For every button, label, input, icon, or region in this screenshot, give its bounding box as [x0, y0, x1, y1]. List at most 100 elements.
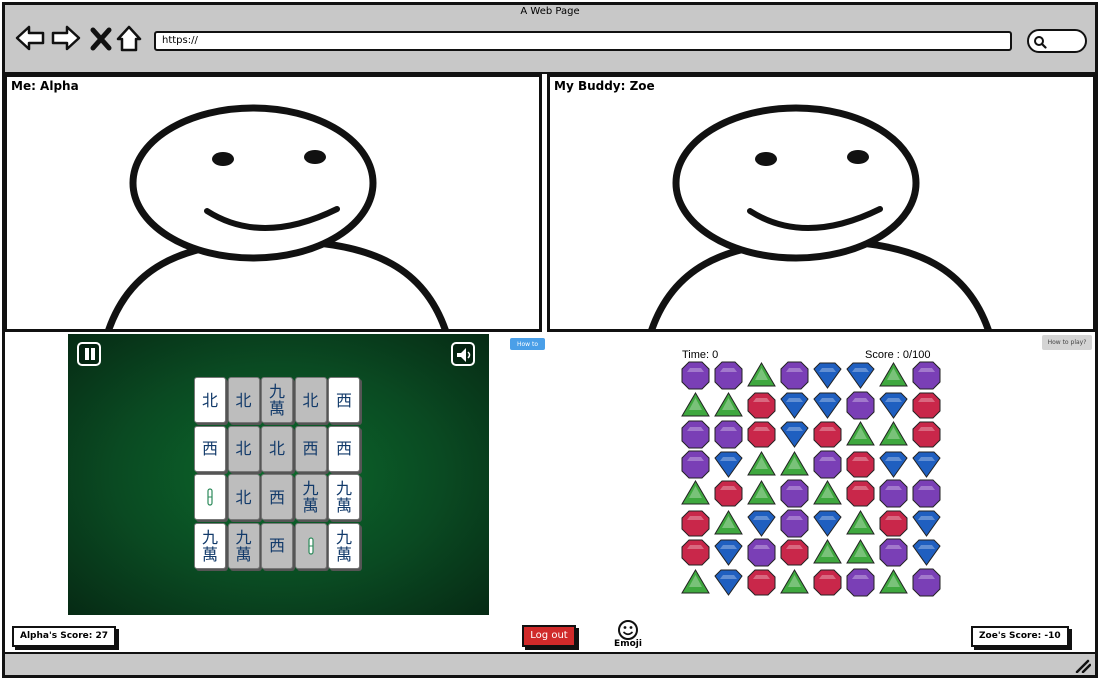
gem-P[interactable] [878, 537, 909, 568]
gem-G[interactable] [812, 478, 843, 509]
gem-B[interactable] [713, 537, 744, 568]
pause-icon[interactable] [77, 342, 101, 366]
gem-P[interactable] [911, 360, 942, 391]
gem-R[interactable] [911, 390, 942, 421]
mahjong-tile[interactable]: 九萬 [294, 474, 327, 520]
gem-B[interactable] [779, 419, 810, 450]
gem-B[interactable] [812, 508, 843, 539]
gem-G[interactable] [746, 360, 777, 391]
gem-B[interactable] [713, 449, 744, 480]
gem-G[interactable] [746, 478, 777, 509]
gem-P[interactable] [911, 478, 942, 509]
gem-R[interactable] [680, 537, 711, 568]
home-icon[interactable] [114, 22, 144, 54]
emoji-button[interactable]: Emoji [610, 619, 646, 651]
mahjong-tile[interactable]: 西 [194, 425, 226, 472]
gem-B[interactable] [746, 508, 777, 539]
gem-P[interactable] [845, 390, 876, 421]
speaker-icon[interactable] [451, 342, 475, 366]
gem-G[interactable] [878, 419, 909, 450]
buddy-score-box: Zoe's Score: -10 [971, 626, 1069, 647]
gem-G[interactable] [779, 567, 810, 598]
gem-R[interactable] [812, 567, 843, 598]
gem-R[interactable] [878, 508, 909, 539]
mahjong-tile[interactable]: 西 [294, 425, 327, 472]
gem-B[interactable] [911, 508, 942, 539]
mahjong-tile[interactable]: 九萬 [261, 377, 293, 423]
gem-P[interactable] [680, 419, 711, 450]
gem-P[interactable] [911, 567, 942, 598]
back-arrow-icon[interactable] [14, 22, 46, 54]
mahjong-game[interactable]: 北北九萬北西西北北西西北西九萬九萬九萬九萬西九萬 [68, 334, 489, 615]
mahjong-tile[interactable]: 九萬 [227, 522, 260, 569]
gem-G[interactable] [680, 390, 711, 421]
gem-P[interactable] [779, 360, 810, 391]
gem-G[interactable] [746, 449, 777, 480]
gem-B[interactable] [779, 390, 810, 421]
gem-P[interactable] [845, 567, 876, 598]
gem-P[interactable] [779, 478, 810, 509]
resize-grip-icon[interactable] [1075, 659, 1091, 673]
gem-B[interactable] [812, 390, 843, 421]
gem-B[interactable] [845, 360, 876, 391]
gem-R[interactable] [779, 537, 810, 568]
gem-R[interactable] [845, 478, 876, 509]
gem-P[interactable] [812, 449, 843, 480]
mahjong-how-to-play-button[interactable]: How to play? [510, 338, 545, 361]
gem-P[interactable] [680, 360, 711, 391]
gem-G[interactable] [680, 567, 711, 598]
gem-P[interactable] [680, 449, 711, 480]
mahjong-tile[interactable]: 北 [227, 377, 260, 423]
gem-P[interactable] [713, 360, 744, 391]
mahjong-tile[interactable]: 西 [261, 522, 293, 569]
logout-button[interactable]: Log out [522, 625, 576, 647]
mahjong-tile[interactable]: 九萬 [328, 522, 360, 569]
mahjong-tile[interactable]: 北 [194, 377, 226, 423]
gem-G[interactable] [812, 537, 843, 568]
gem-R[interactable] [713, 478, 744, 509]
gem-B[interactable] [911, 449, 942, 480]
gem-B[interactable] [878, 390, 909, 421]
gem-R[interactable] [746, 419, 777, 450]
gem-P[interactable] [878, 478, 909, 509]
gem-R[interactable] [746, 567, 777, 598]
gem-board[interactable] [680, 360, 942, 608]
gem-R[interactable] [845, 449, 876, 480]
mahjong-tile[interactable]: 九萬 [194, 522, 226, 569]
gem-G[interactable] [845, 508, 876, 539]
gem-G[interactable] [779, 449, 810, 480]
gem-G[interactable] [845, 419, 876, 450]
search-field[interactable] [1027, 29, 1087, 53]
mahjong-tile[interactable]: 北 [227, 425, 260, 472]
gem-B[interactable] [878, 449, 909, 480]
gem-R[interactable] [812, 419, 843, 450]
mahjong-tile[interactable]: 北 [294, 377, 327, 423]
mahjong-tile[interactable]: 西 [261, 474, 293, 520]
mahjong-tile-bamboo[interactable] [194, 474, 226, 520]
gem-R[interactable] [911, 419, 942, 450]
close-icon[interactable] [88, 22, 114, 54]
gem-P[interactable] [779, 508, 810, 539]
gem-B[interactable] [713, 567, 744, 598]
gem-G[interactable] [878, 360, 909, 391]
mahjong-tile[interactable]: 西 [328, 377, 360, 423]
gem-G[interactable] [680, 478, 711, 509]
gem-G[interactable] [713, 390, 744, 421]
gems-how-to-play-button[interactable]: How to play? [1042, 335, 1092, 350]
gem-R[interactable] [680, 508, 711, 539]
mahjong-tile[interactable]: 北 [227, 474, 260, 520]
gem-G[interactable] [878, 567, 909, 598]
mahjong-tile[interactable]: 北 [261, 425, 293, 472]
forward-arrow-icon[interactable] [50, 22, 82, 54]
url-bar[interactable]: https:// [154, 31, 1012, 51]
gem-P[interactable] [746, 537, 777, 568]
gem-B[interactable] [911, 537, 942, 568]
gem-P[interactable] [713, 419, 744, 450]
gem-R[interactable] [746, 390, 777, 421]
mahjong-tile-bamboo[interactable] [294, 522, 327, 569]
gem-G[interactable] [713, 508, 744, 539]
mahjong-tile[interactable]: 九萬 [328, 474, 360, 520]
gem-G[interactable] [845, 537, 876, 568]
gem-B[interactable] [812, 360, 843, 391]
mahjong-tile[interactable]: 西 [328, 425, 360, 472]
